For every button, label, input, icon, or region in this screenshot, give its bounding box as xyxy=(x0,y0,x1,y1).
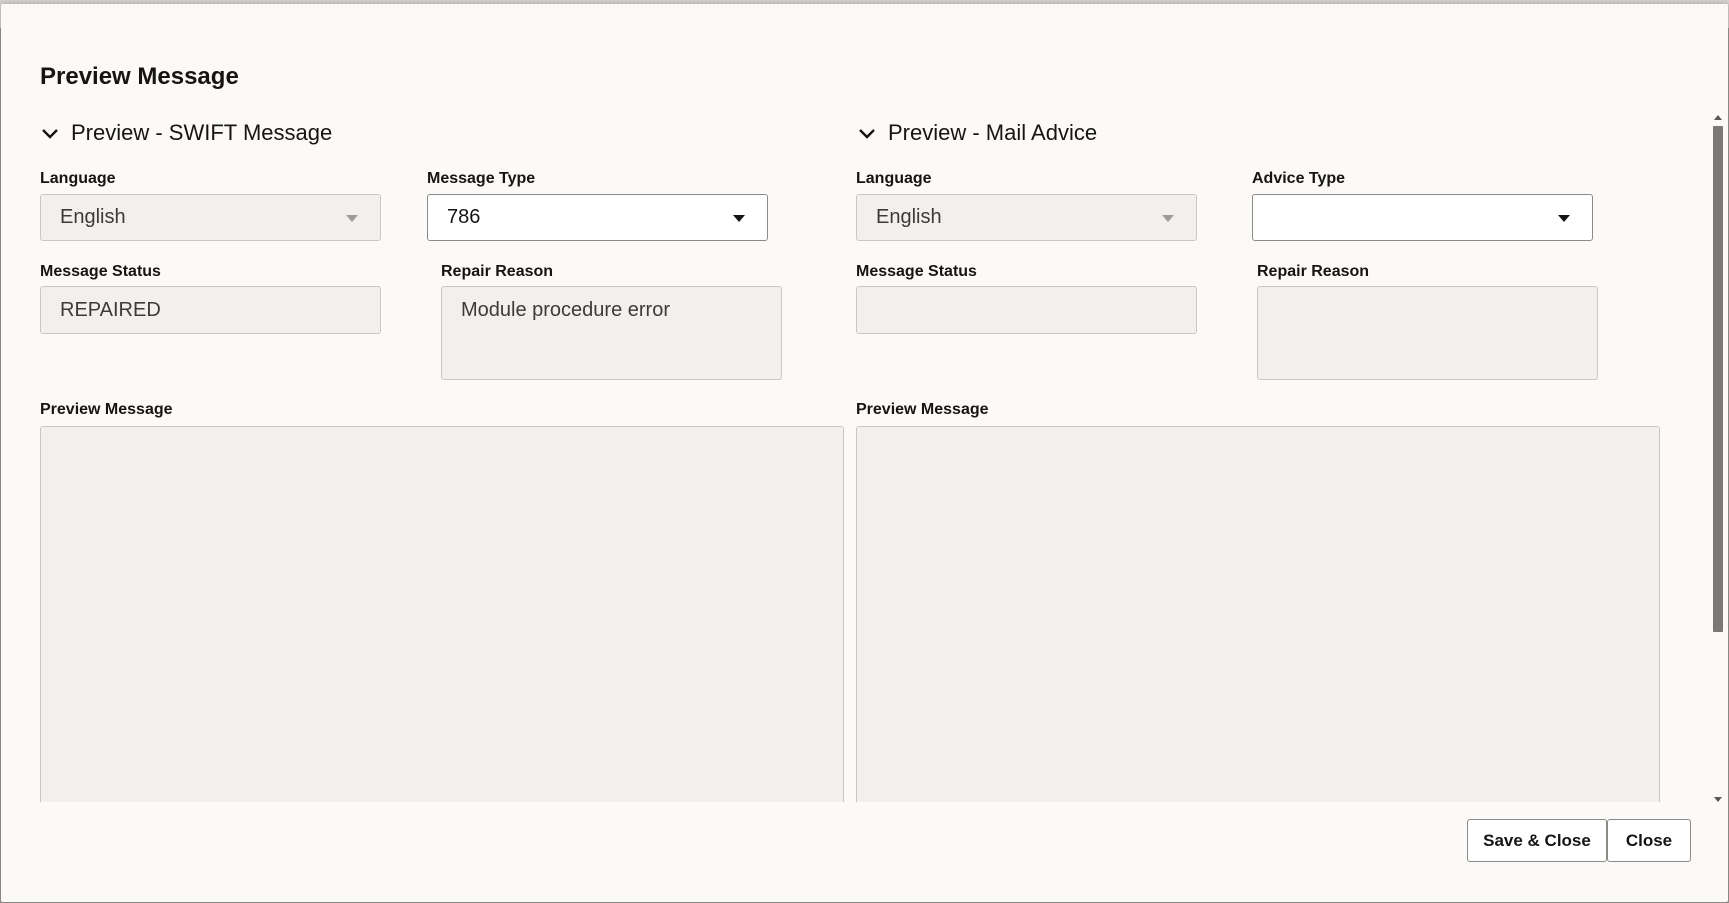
swift-section-title: Preview - SWIFT Message xyxy=(71,120,333,145)
dialog-title: Preview Message xyxy=(40,63,239,90)
swift-preview-textarea[interactable] xyxy=(40,426,844,802)
swift-language-value: English xyxy=(60,206,126,228)
caret-down-icon xyxy=(1162,214,1174,222)
caret-down-icon xyxy=(346,214,358,222)
swift-repair-reason-label: Repair Reason xyxy=(441,263,554,280)
caret-down-icon xyxy=(1558,214,1570,222)
swift-language-label: Language xyxy=(40,170,116,187)
mail-language-select[interactable]: English xyxy=(856,194,1197,241)
mail-preview-textarea[interactable] xyxy=(856,426,1660,802)
mail-advice-type-label: Advice Type xyxy=(1252,170,1346,187)
mail-section-toggle[interactable]: Preview - Mail Advice xyxy=(856,119,1097,147)
swift-message-type-select[interactable]: 786 xyxy=(427,194,768,241)
swift-section-toggle[interactable]: Preview - SWIFT Message xyxy=(39,119,332,147)
swift-message-type-label: Message Type xyxy=(427,170,536,187)
mail-language-label: Language xyxy=(856,170,932,187)
chevron-down-icon xyxy=(42,129,58,139)
mail-language-value: English xyxy=(876,206,942,228)
mail-message-status-field xyxy=(856,286,1197,334)
swift-language-select[interactable]: English xyxy=(40,194,381,241)
content-scrollbar[interactable] xyxy=(1711,112,1725,802)
mail-message-status-label: Message Status xyxy=(856,263,977,280)
close-button[interactable]: Close xyxy=(1607,819,1691,862)
chevron-down-icon xyxy=(859,129,875,139)
swift-message-type-value: 786 xyxy=(447,206,481,228)
swift-repair-reason-field: Module procedure error xyxy=(441,286,782,380)
swift-message-status-field: REPAIRED xyxy=(40,286,381,334)
swift-message-status-value: REPAIRED xyxy=(60,298,161,321)
mail-preview-label: Preview Message xyxy=(856,401,989,418)
preview-message-dialog: Preview Message Preview - SWIFT Message … xyxy=(1,4,1728,902)
mail-section-title: Preview - Mail Advice xyxy=(888,120,1098,145)
caret-down-icon xyxy=(733,214,745,222)
mail-repair-reason-label: Repair Reason xyxy=(1257,263,1370,280)
save-close-button[interactable]: Save & Close xyxy=(1467,819,1607,862)
scrollbar-thumb[interactable] xyxy=(1713,126,1723,632)
mail-advice-type-select[interactable] xyxy=(1252,194,1593,241)
swift-repair-reason-value: Module procedure error xyxy=(461,299,670,321)
swift-message-status-label: Message Status xyxy=(40,263,161,280)
scroll-down-arrow-icon[interactable] xyxy=(1714,797,1722,802)
swift-preview-label: Preview Message xyxy=(40,401,173,418)
scroll-up-arrow-icon[interactable] xyxy=(1714,115,1722,120)
mail-repair-reason-field xyxy=(1257,286,1598,380)
